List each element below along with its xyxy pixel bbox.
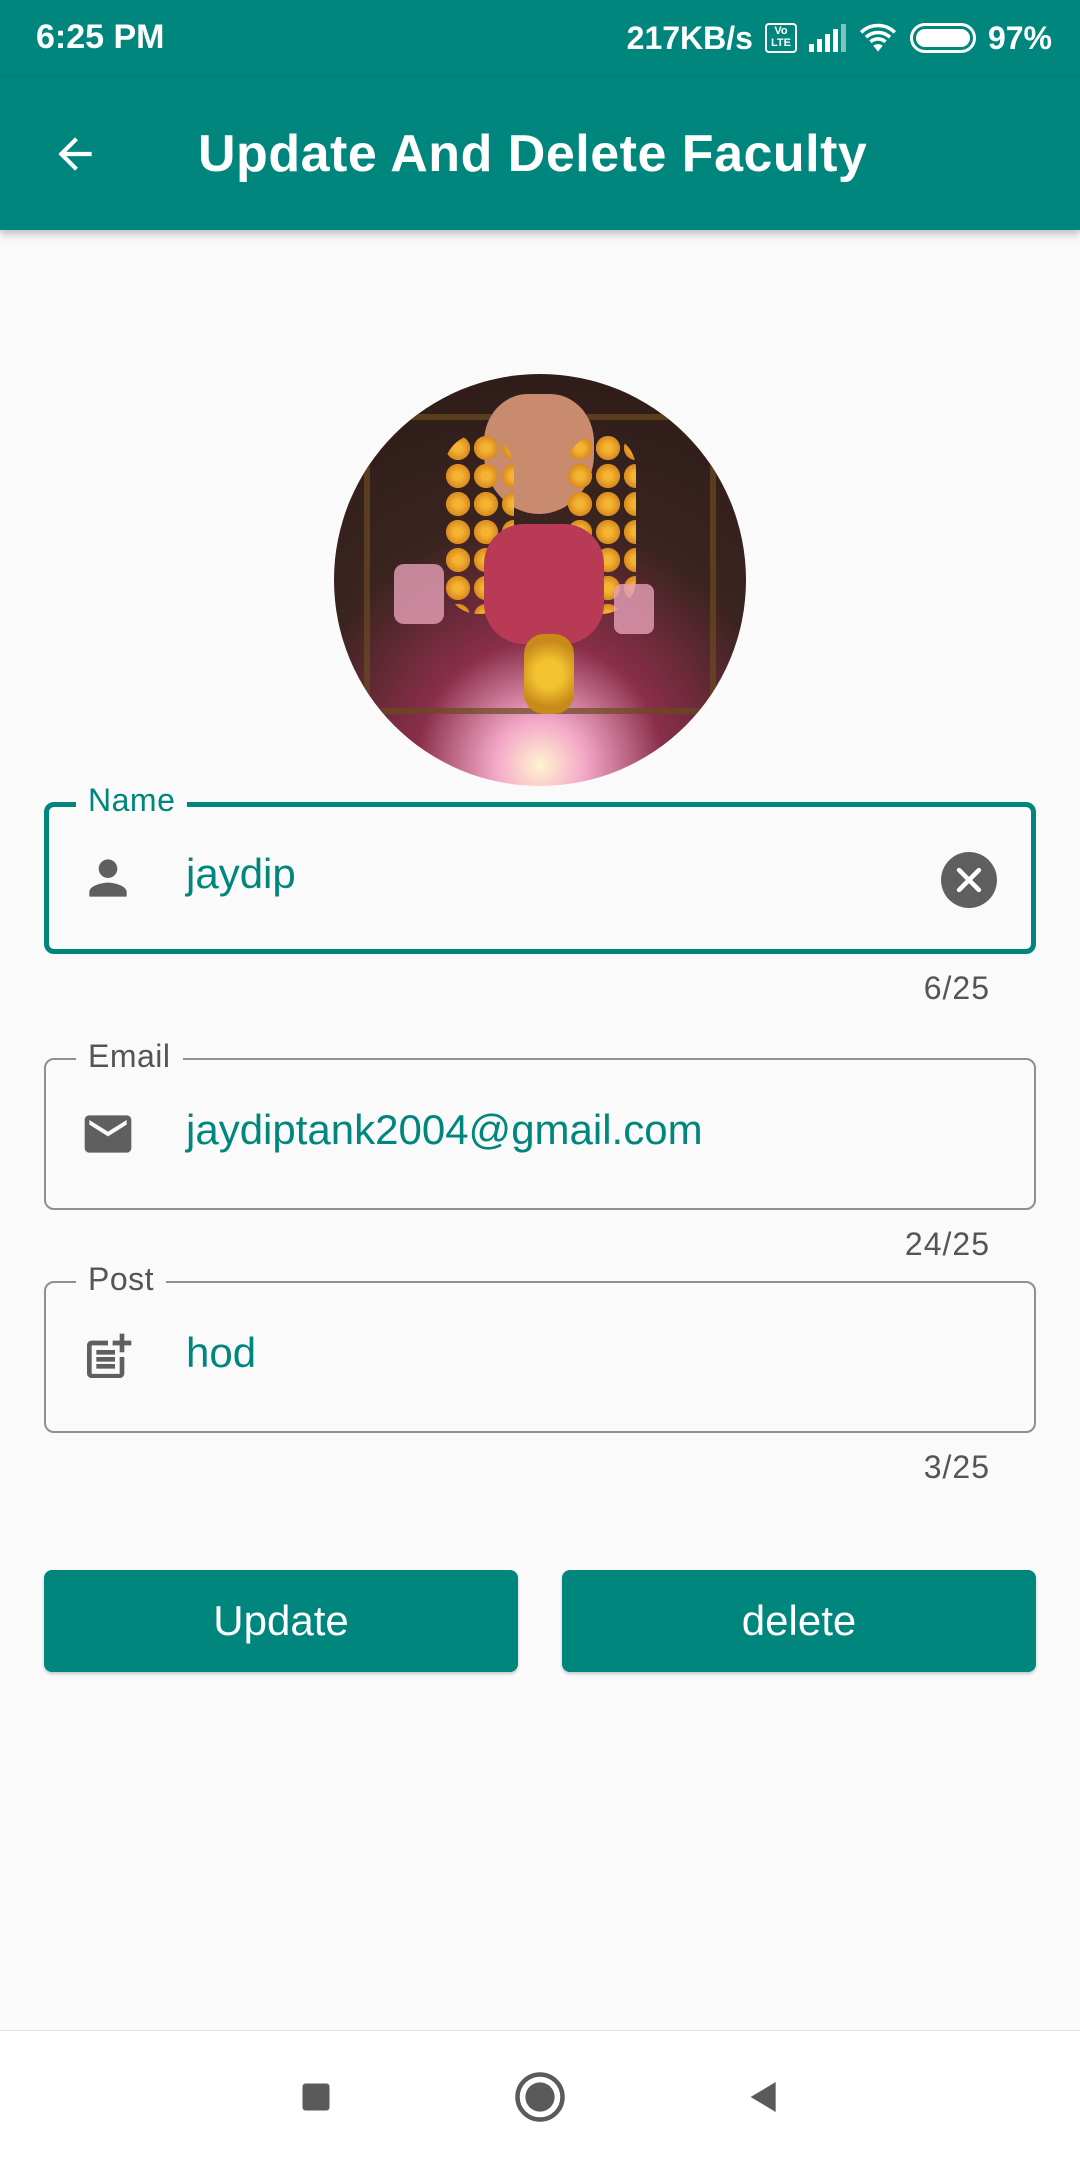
nav-back-button[interactable] xyxy=(734,2067,794,2127)
arrow-back-icon xyxy=(58,137,92,171)
battery-icon xyxy=(909,23,976,53)
mail-icon xyxy=(84,1115,132,1153)
signal-icon xyxy=(808,24,846,52)
home-icon xyxy=(515,2072,565,2122)
network-speed: 217KB/s xyxy=(626,19,753,56)
email-field[interactable]: Email jaydiptank2004@gmail.com xyxy=(44,1038,1036,1210)
page-title: Update And Delete Faculty xyxy=(198,125,868,183)
post-counter: 3/25 xyxy=(923,1449,990,1485)
person-icon xyxy=(89,859,127,897)
faculty-photo[interactable] xyxy=(334,374,746,786)
name-label: Name xyxy=(76,782,188,819)
update-button[interactable]: Update xyxy=(44,1570,518,1672)
status-time: 6:25 PM xyxy=(36,18,165,56)
back-icon xyxy=(750,2082,776,2112)
post-add-icon xyxy=(87,1333,132,1378)
status-indicators: 217KB/s Vo LTE 97% xyxy=(627,18,1052,58)
post-input[interactable]: hod xyxy=(186,1329,256,1377)
battery-percent: 97% xyxy=(987,19,1052,56)
email-label: Email xyxy=(76,1038,183,1075)
post-label: Post xyxy=(76,1261,167,1298)
name-field[interactable]: Name jaydip xyxy=(44,782,1036,954)
delete-button[interactable]: delete xyxy=(562,1570,1036,1672)
name-counter: 6/25 xyxy=(923,970,990,1006)
wifi-icon xyxy=(859,23,896,52)
status-bar: 6:25 PM 217KB/s Vo LTE 97% xyxy=(0,0,1080,78)
email-input[interactable]: jaydiptank2004@gmail.com xyxy=(186,1106,703,1154)
back-button[interactable] xyxy=(40,124,110,184)
close-icon xyxy=(956,867,982,893)
name-input[interactable]: jaydip xyxy=(186,850,296,898)
volte-icon: Vo LTE xyxy=(764,23,797,53)
post-field[interactable]: Post hod xyxy=(44,1261,1036,1433)
recents-button[interactable] xyxy=(286,2067,346,2127)
app-bar: Update And Delete Faculty xyxy=(0,78,1080,230)
system-nav-bar xyxy=(0,2030,1080,2160)
email-counter: 24/25 xyxy=(904,1226,990,1262)
recents-icon xyxy=(302,2083,330,2111)
clear-name-button[interactable] xyxy=(941,852,997,908)
home-button[interactable] xyxy=(510,2067,570,2127)
